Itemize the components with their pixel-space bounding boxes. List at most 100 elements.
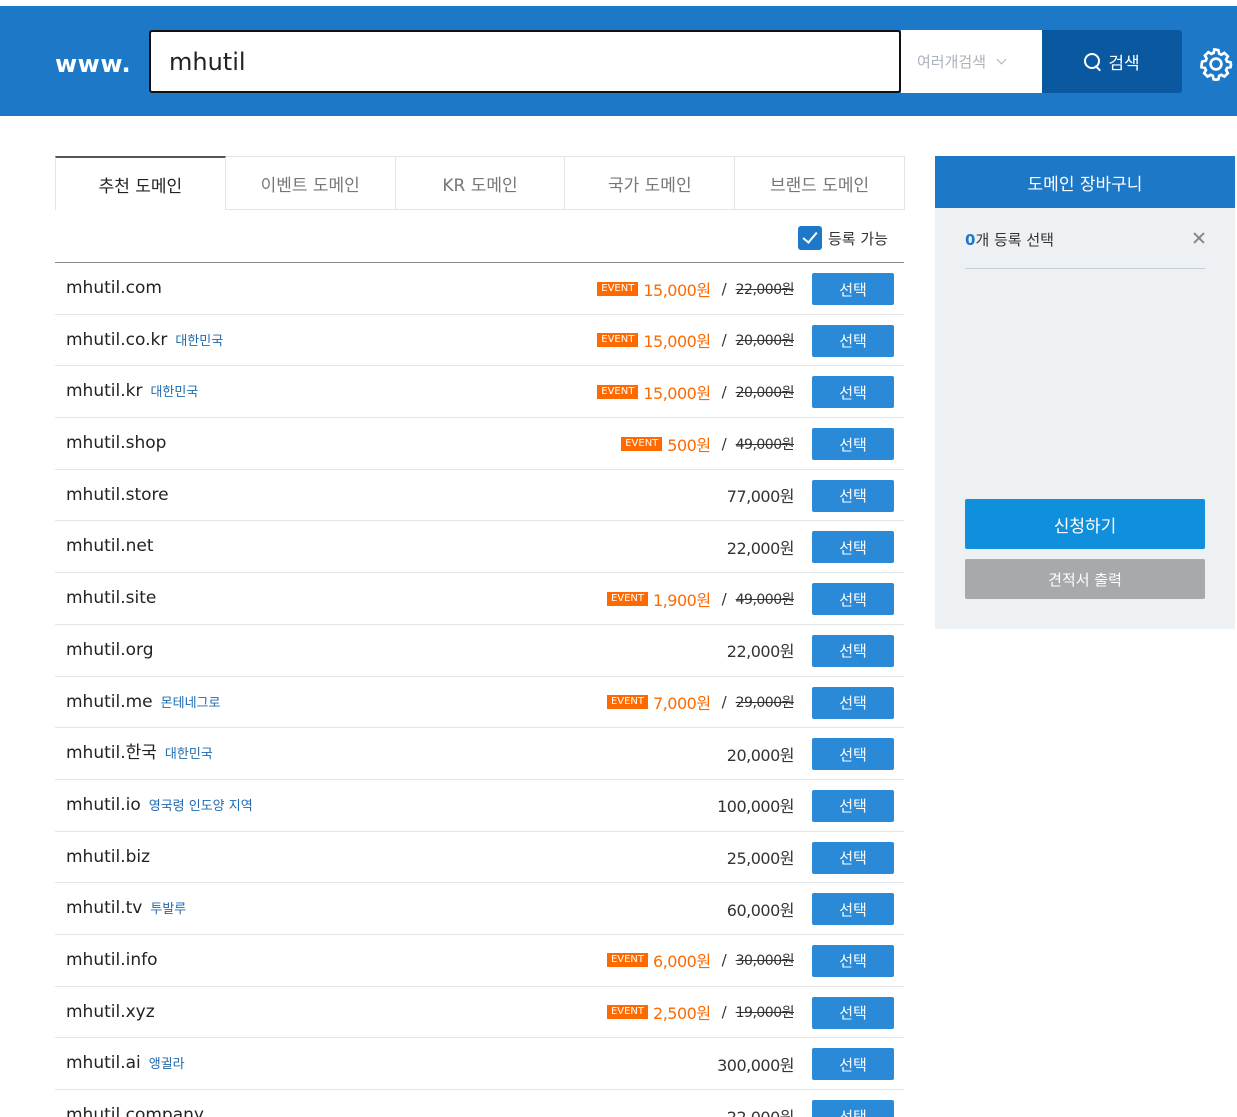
tab-recommended[interactable]: 추천 도메인 — [55, 156, 226, 210]
regular-price: 25,000원 — [726, 849, 795, 869]
domain-price: 77,000원 — [727, 470, 795, 521]
tab-brand[interactable]: 브랜드 도메인 — [735, 156, 905, 210]
regular-price: 100,000원 — [717, 797, 794, 817]
domain-name: mhutil.xyz — [66, 987, 155, 1038]
sale-price: 1,900원 — [653, 590, 711, 610]
domain-price: EVENT 6,000원 / 30,000원 — [606, 935, 795, 986]
original-price: 49,000원 — [735, 436, 795, 453]
event-badge: EVENT — [606, 695, 649, 709]
domain-name: mhutil.shop — [66, 418, 166, 469]
domain-name: mhutil.net — [66, 521, 154, 572]
tab-kr[interactable]: KR 도메인 — [395, 156, 566, 210]
domain-name-text: mhutil.site — [66, 588, 157, 609]
domain-name: mhutil.한국 대한민국 — [66, 728, 213, 780]
price-separator: / — [721, 382, 727, 401]
available-filter-label: 등록 가능 — [828, 229, 888, 248]
checkbox-checked-icon[interactable] — [798, 226, 822, 250]
price-separator: / — [721, 589, 727, 608]
domain-row: mhutil.company 22,000원 선택 — [55, 1090, 904, 1117]
domain-price: 22,000원 — [726, 625, 795, 676]
domain-tabs: 추천 도메인 이벤트 도메인 KR 도메인 국가 도메인 브랜드 도메인 — [55, 156, 905, 210]
gear-icon[interactable] — [1198, 46, 1234, 82]
domain-name: mhutil.company — [66, 1090, 204, 1117]
domain-row: mhutil.co.kr 대한민국 EVENT 15,000원 / 20,000원 선택 — [55, 315, 904, 367]
domain-price: 22,000원 — [727, 1090, 795, 1117]
domain-price: 20,000원 — [726, 728, 795, 779]
original-price: 22,000원 — [735, 281, 795, 298]
domain-cart: 도메인 장바구니 0개 등록 선택 신청하기 견적서 출력 — [935, 156, 1235, 629]
domain-country: 앵귈라 — [148, 1057, 185, 1073]
domain-row: mhutil.한국 대한민국 20,000원 선택 — [55, 728, 904, 780]
domain-name-text: mhutil.org — [66, 639, 154, 660]
sale-price: 15,000원 — [643, 383, 711, 403]
domain-name-text: mhutil.com — [66, 278, 162, 298]
close-icon[interactable] — [1191, 230, 1207, 246]
domain-search-input[interactable] — [169, 46, 869, 78]
search-button[interactable]: 검색 — [1042, 30, 1182, 93]
tab-event[interactable]: 이벤트 도메인 — [225, 156, 396, 210]
domain-price: 25,000원 — [726, 832, 795, 883]
domain-name: mhutil.store — [66, 470, 169, 521]
domain-list: mhutil.com EVENT 15,000원/22,000원 선택 mhutil.c… — [55, 262, 904, 1117]
chevron-down-icon — [996, 54, 1007, 65]
multi-search-label: 여러개검색 — [917, 53, 987, 71]
sale-price: 15,000원 — [643, 332, 711, 352]
sale-price: 500원 — [667, 435, 711, 455]
regular-price: 22,000원 — [726, 642, 795, 662]
select-button[interactable]: 선택 — [812, 841, 894, 874]
cart-count-suffix: 개 등록 선택 — [975, 231, 1054, 249]
domain-price: 22,000원 — [726, 521, 795, 572]
domain-name-text: mhutil.net — [66, 536, 154, 557]
event-badge: EVENT — [606, 953, 649, 968]
print-quote-button[interactable]: 견적서 출력 — [965, 559, 1205, 599]
domain-name-text: mhutil.한국 — [66, 743, 157, 764]
select-button[interactable]: 선택 — [812, 996, 894, 1029]
event-badge: EVENT — [606, 1005, 649, 1020]
domain-row: mhutil.org 22,000원 선택 — [55, 625, 904, 677]
price-separator: / — [721, 434, 727, 453]
domain-name-text: mhutil.company — [66, 1105, 204, 1117]
select-button[interactable]: 선택 — [812, 273, 894, 305]
regular-price: 20,000원 — [726, 745, 795, 765]
domain-country: 대한민국 — [150, 385, 199, 401]
domain-row: mhutil.tv 투발루 60,000원 선택 — [55, 883, 904, 935]
select-button[interactable]: 선택 — [812, 893, 894, 926]
regular-price: 300,000원 — [717, 1055, 794, 1075]
select-button[interactable]: 선택 — [812, 376, 894, 409]
domain-price: EVENT 15,000원 / 20,000원 — [597, 366, 795, 417]
search-box[interactable] — [149, 30, 901, 93]
domain-price: EVENT 2,500원 / 19,000원 — [606, 987, 795, 1038]
original-price: 20,000원 — [735, 333, 795, 350]
domain-price: EVENT 500원 / 49,000원 — [621, 418, 795, 469]
select-button[interactable]: 선택 — [812, 738, 894, 771]
domain-price: EVENT 1,900원 / 49,000원 — [606, 573, 795, 624]
multi-search-dropdown[interactable]: 여러개검색 — [901, 30, 1042, 93]
select-button[interactable]: 선택 — [812, 428, 894, 461]
event-badge: EVENT — [597, 333, 639, 348]
tab-country[interactable]: 국가 도메인 — [565, 156, 736, 210]
available-filter[interactable]: 등록 가능 — [798, 226, 888, 250]
domain-row: mhutil.xyz EVENT 2,500원 / 19,000원 선택 — [55, 987, 904, 1039]
apply-button[interactable]: 신청하기 — [965, 499, 1205, 549]
select-button[interactable]: 선택 — [812, 1048, 894, 1081]
domain-row: mhutil.store 77,000원 선택 — [55, 470, 904, 522]
select-button[interactable]: 선택 — [812, 583, 894, 616]
select-button[interactable]: 선택 — [812, 531, 894, 564]
domain-name-text: mhutil.store — [66, 484, 169, 505]
domain-name-text: mhutil.me — [66, 691, 153, 712]
regular-price: 60,000원 — [726, 900, 795, 920]
domain-country: 몬테네그로 — [160, 695, 221, 711]
select-button[interactable]: 선택 — [812, 479, 894, 512]
domain-name-text: mhutil.kr — [66, 381, 143, 402]
domain-name-text: mhutil.ai — [66, 1053, 141, 1074]
top-bar: www. 여러개검색 검색 — [0, 6, 1237, 116]
select-button[interactable]: 선택 — [812, 324, 894, 357]
regular-price: 22,000원 — [726, 538, 795, 558]
select-button[interactable]: 선택 — [812, 686, 894, 719]
select-button[interactable]: 선택 — [812, 789, 894, 822]
select-button[interactable]: 선택 — [812, 944, 894, 977]
domain-name: mhutil.io 영국령 인도양 지역 — [66, 780, 253, 832]
domain-price: EVENT 15,000원 / 22,000원 — [597, 263, 795, 314]
select-button[interactable]: 선택 — [812, 1100, 894, 1117]
select-button[interactable]: 선택 — [812, 634, 894, 667]
